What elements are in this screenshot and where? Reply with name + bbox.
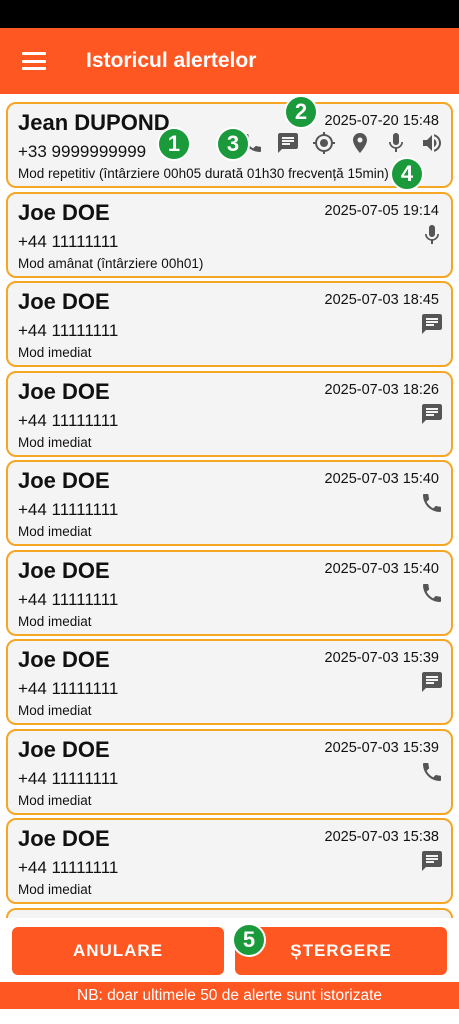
app-bar: Istoricul alertelor [0,28,459,94]
alert-mode: Mod imediat [18,524,92,539]
alert-timestamp: 2025-07-05 19:14 [324,202,440,219]
annotation-marker-5: 5 [232,923,266,957]
alert-card[interactable]: Joe DOE +44 11111111 Mod imediat 2025-07-03… [6,818,453,904]
alert-card[interactable]: Joe DOE +44 11111111 Mod imediat 2025-07-03… [6,549,453,636]
alert-timestamp: 2025-07-03 15:38 [324,829,440,845]
contact-phone: +44 11111111 [18,321,119,340]
contact-name: Joe DOE [18,378,110,404]
contact-name: Joe DOE [18,557,110,583]
phone-icon [419,759,445,785]
alert-timestamp: 2025-07-03 15:39 [324,650,440,666]
alert-mode: Mod imediat [18,613,92,629]
contact-phone: +33 9999999999 [18,142,147,161]
contact-phone: +44 11111111 [18,679,119,698]
message-icon [419,669,445,695]
microphone-icon [383,130,409,156]
alert-type-icons [419,311,445,337]
alert-timestamp: 2025-07-20 15:48 [324,113,440,129]
message-icon [419,401,445,427]
status-bar [0,0,459,28]
history-limit-note: NB: doar ultimele 50 de alerte sunt isto… [0,982,459,1009]
alert-mode: Mod imediat [18,792,92,808]
contact-phone: +44 11111111 [18,410,119,430]
phone-icon [419,580,445,606]
page-title: Istoricul alertelor [86,49,257,72]
alert-mode: Mod imediat [18,345,92,360]
menu-icon[interactable] [22,52,46,70]
gps-icon [311,130,337,156]
alert-mode: Mod imediat [18,882,92,897]
annotation-marker-1: 1 [157,127,191,161]
contact-name: Jean DUPOND [18,110,170,135]
contact-name: Joe DOE [18,647,110,672]
alert-type-icons [419,490,445,516]
alert-list[interactable]: Jean DUPOND +33 9999999999 Mod repetitiv (… [0,100,459,920]
contact-name: Joe DOE [18,199,110,225]
navigation-bar [0,1009,459,1024]
delete-button[interactable]: ȘTERGERE [235,927,447,975]
alert-timestamp: 2025-07-03 18:26 [324,381,440,398]
alert-type-icons [419,759,445,785]
speaker-icon [419,130,445,156]
message-icon [275,130,301,156]
contact-phone: +44 11111111 [18,768,119,788]
alert-type-icons [239,130,445,156]
alert-card[interactable]: Joe DOE +44 11111111 Mod imediat 2025-07-03… [6,370,453,457]
annotation-marker-3: 3 [216,127,250,161]
microphone-icon [419,222,445,248]
contact-name: Joe DOE [18,826,110,851]
contact-phone: +44 11111111 [18,858,119,877]
contact-name: Joe DOE [18,289,110,314]
annotation-marker-2: 2 [284,95,318,129]
alert-timestamp: 2025-07-03 15:40 [324,560,440,577]
alert-card[interactable]: Joe DOE +44 11111111 Mod amânat (întârzier… [6,191,453,278]
contact-phone: +44 11111111 [18,500,119,519]
cancel-button[interactable]: ANULARE [12,927,224,975]
alert-type-icons [419,669,445,695]
alert-mode: Mod amânat (întârziere 00h01) [18,255,204,271]
alert-type-icons [419,580,445,606]
annotation-marker-4: 4 [390,157,424,191]
alert-type-icons [419,222,445,248]
message-icon [419,848,445,874]
alert-card[interactable]: Joe DOE +44 11111111 Mod imediat 2025-07-03… [6,728,453,815]
alert-timestamp: 2025-07-03 15:40 [324,471,440,487]
alert-type-icons [419,848,445,874]
alert-timestamp: 2025-07-03 15:39 [324,739,440,756]
contact-name: Joe DOE [18,468,110,493]
contact-name: Joe DOE [18,736,110,762]
alert-mode: Mod repetitiv (întârziere 00h05 durată 0… [18,166,389,181]
alert-mode: Mod imediat [18,434,92,450]
alert-card[interactable]: Joe DOE +44 11111111 Mod imediat 2025-07-03… [6,460,453,546]
alert-type-icons [419,401,445,427]
alert-card[interactable]: Joe DOE +44 11111111 Mod imediat 2025-07-03… [6,639,453,725]
contact-phone: +44 11111111 [18,231,119,251]
alert-mode: Mod imediat [18,703,92,718]
location-pin-icon [347,130,373,156]
contact-phone: +44 11111111 [18,589,119,609]
alert-timestamp: 2025-07-03 18:45 [324,292,440,308]
message-icon [419,311,445,337]
alert-card[interactable]: Joe DOE +44 11111111 Mod imediat 2025-07-03… [6,281,453,367]
phone-icon [419,490,445,516]
